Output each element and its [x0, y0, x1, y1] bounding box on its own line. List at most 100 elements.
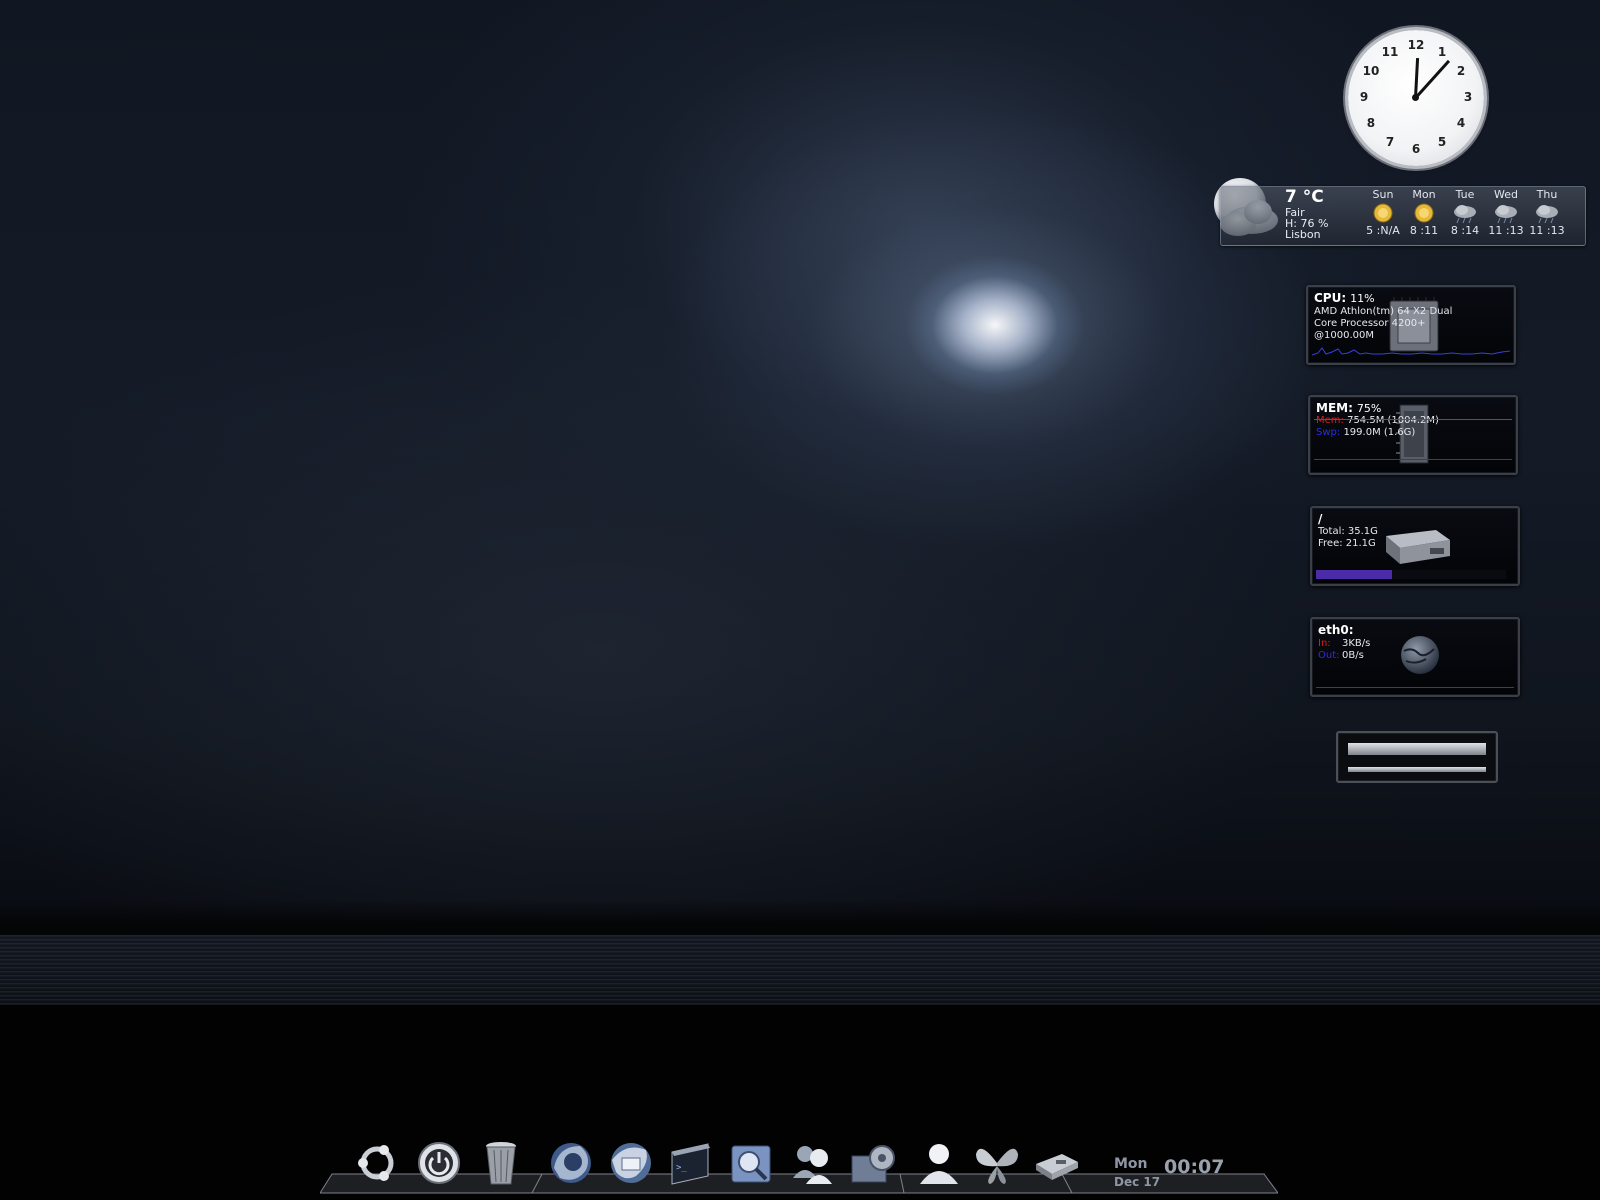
trash-icon	[486, 1142, 516, 1185]
net-interface: eth0:	[1318, 623, 1354, 637]
terminal-icon: >_	[671, 1143, 710, 1185]
mem-title: MEM: 75%	[1316, 401, 1381, 415]
clock-numeral: 11	[1381, 44, 1399, 59]
cpu-label: CPU:	[1314, 291, 1347, 305]
forecast-day-mon: Mon 8 :11	[1404, 188, 1444, 237]
disk-usage-bar-track	[1316, 570, 1506, 579]
network-monitor-panel[interactable]: eth0: In: 3KB/s Out: 0B/s	[1310, 617, 1520, 697]
analog-clock-widget[interactable]: 11 10 9 8 7 6 5 4 3 2 1 12	[1348, 30, 1484, 166]
clock-numeral: 5	[1437, 135, 1447, 150]
forecast-day-tue: Tue 8 :14	[1445, 188, 1485, 237]
clock-numeral: 8	[1366, 116, 1376, 130]
cpu-title: CPU: 11%	[1314, 291, 1375, 305]
forecast-day-label: Sun	[1372, 188, 1394, 201]
dock-item-trash[interactable]	[476, 1138, 526, 1188]
mem-label: MEM:	[1316, 401, 1353, 415]
net-out-line: Out: 0B/s	[1318, 650, 1364, 661]
clock-numeral: 7	[1385, 135, 1395, 150]
system-settings-icon	[851, 1145, 895, 1183]
weather-location: Lisbon	[1285, 228, 1321, 241]
rain-cloud-icon	[1536, 205, 1558, 224]
clock-numeral: 4	[1456, 116, 1466, 130]
dock-item-system-settings[interactable]	[848, 1138, 898, 1188]
disk-mount-point: /	[1318, 512, 1323, 526]
dock-item-thunderbird[interactable]	[606, 1138, 656, 1188]
rain-cloud-icon	[1454, 205, 1476, 224]
disk-usage-bar-fill	[1316, 570, 1392, 579]
thunderbird-icon	[611, 1143, 651, 1183]
network-globe-icon	[1401, 636, 1439, 674]
forecast-temps: 8 :11	[1409, 224, 1439, 237]
cpu-value: 11%	[1350, 292, 1375, 305]
dock-item-disk-search[interactable]	[726, 1138, 776, 1188]
dock-item-messenger[interactable]	[788, 1138, 838, 1188]
power-icon	[418, 1142, 460, 1184]
weather-current: 7 °C Fair H: 76 % Lisbon	[1285, 187, 1328, 241]
forecast-day-wed: Wed 11 :13	[1486, 188, 1526, 237]
forecast-temps: 5 :N/A	[1366, 224, 1400, 237]
disk-total: Total: 35.1G	[1318, 526, 1378, 537]
svg-text:>_: >_	[676, 1163, 687, 1173]
dock-item-drive[interactable]	[1032, 1138, 1082, 1188]
weather-temperature: 7 °C	[1285, 187, 1324, 207]
memory-monitor-panel[interactable]: MEM: 75% Mem: 754.5M (1004.2M) Swp: 199.0…	[1308, 395, 1518, 475]
disk-search-icon	[731, 1145, 771, 1183]
forecast-temps: 8 :14	[1450, 224, 1480, 237]
net-in-line: In: 3KB/s	[1318, 638, 1370, 649]
net-out-label: Out:	[1318, 650, 1340, 661]
cpu-model-line-2: Core Processor 4200+	[1314, 318, 1426, 329]
dock-item-firefox[interactable]	[546, 1138, 596, 1188]
wallpaper-horizon	[0, 900, 1600, 940]
clock-center-cap	[1412, 94, 1419, 101]
user-icon	[920, 1144, 958, 1184]
weather-widget[interactable]: 7 °C Fair H: 76 % Lisbon Sun 5 :N/A Mon 8 :…	[1220, 186, 1586, 246]
sun-icon	[1373, 203, 1393, 223]
hard-drive-icon	[1386, 530, 1450, 564]
forecast-day-label: Mon	[1412, 188, 1436, 201]
clock-numeral: 6	[1411, 142, 1421, 156]
clock-numeral: 2	[1456, 64, 1466, 78]
dock-item-power[interactable]	[414, 1138, 464, 1188]
clock-numeral: 1	[1437, 44, 1447, 59]
net-in-label: In:	[1318, 638, 1331, 649]
net-out-value: 0B/s	[1342, 650, 1364, 661]
forecast-temps: 11 :13	[1488, 224, 1524, 237]
rain-cloud-icon	[1495, 205, 1517, 224]
mem-usage-value: 754.5M (1004.2M)	[1347, 415, 1439, 426]
cpu-usage-graph	[1312, 347, 1510, 356]
messenger-icon	[793, 1146, 832, 1184]
mem-usage-line: Mem: 754.5M (1004.2M)	[1316, 415, 1439, 426]
clock-numeral: 9	[1359, 90, 1369, 104]
firefox-icon	[551, 1143, 591, 1183]
cpu-model-line-1: AMD Athlon(tm) 64 X2 Dual	[1314, 306, 1453, 317]
empty-widget-panel[interactable]	[1336, 731, 1498, 783]
clock-numeral: 10	[1362, 64, 1380, 78]
dock-item-ubuntu-logo[interactable]	[352, 1138, 402, 1188]
swap-usage-label: Swp:	[1316, 427, 1341, 438]
forecast-day-label: Tue	[1455, 188, 1475, 201]
disk-monitor-panel[interactable]: / Total: 35.1G Free: 21.1G	[1310, 506, 1520, 586]
swap-graph-line	[1314, 459, 1512, 460]
wallpaper-water	[0, 935, 1600, 1015]
forecast-day-label: Wed	[1494, 188, 1518, 201]
dock-item-user[interactable]	[914, 1138, 964, 1188]
mem-usage-label: Mem:	[1316, 415, 1344, 426]
ubuntu-logo-icon	[358, 1145, 394, 1181]
butterfly-icon	[976, 1148, 1018, 1184]
clock-numeral: 3	[1463, 90, 1473, 104]
dock-item-butterfly[interactable]	[972, 1138, 1022, 1188]
cpu-monitor-panel[interactable]: CPU: 11% AMD Athlon(tm) 64 X2 Dual Core P…	[1306, 285, 1516, 365]
dock-date: Mon Dec 17	[1114, 1155, 1160, 1191]
dock-date-text: Dec 17	[1114, 1175, 1161, 1189]
widget-bar-top	[1348, 743, 1486, 755]
forecast-temps: 11 :13	[1529, 224, 1565, 237]
net-graph-line	[1316, 687, 1514, 688]
mem-value: 75%	[1356, 402, 1382, 415]
dock-item-terminal[interactable]: >_	[666, 1138, 716, 1188]
mem-graph-line	[1314, 419, 1512, 420]
dock-time: 00:07	[1164, 1156, 1225, 1178]
dock-day: Mon	[1114, 1156, 1148, 1172]
swap-usage-value: 199.0M (1.6G)	[1343, 427, 1416, 438]
forecast-day-label: Thu	[1536, 188, 1558, 201]
swap-usage-line: Swp: 199.0M (1.6G)	[1316, 427, 1415, 438]
